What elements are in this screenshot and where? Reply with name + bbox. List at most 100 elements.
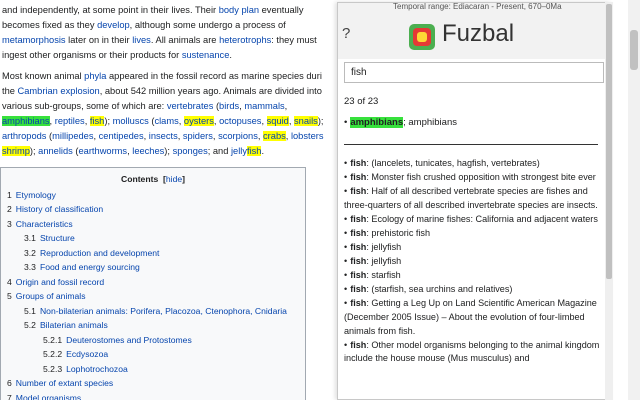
bullet: • [344,186,348,197]
toc-item-number: 3.1 [24,233,36,243]
article-link[interactable]: crabs [263,131,286,141]
article-link[interactable]: heterotrophs [219,35,271,45]
toc-hide-link[interactable]: hide [166,174,182,184]
article-link[interactable]: lives [132,35,151,45]
article-link[interactable]: sustenance [182,50,230,60]
article-link[interactable]: arthropods [2,131,46,141]
toc-item[interactable]: 2 History of classification [7,202,299,217]
result-item[interactable]: • fish: Getting a Leg Up on Land Scientif… [344,297,602,338]
article-link[interactable]: amphibians [2,116,50,126]
toc-item[interactable]: 5.2 Bilaterian animals [7,318,299,333]
toc-item[interactable]: 3.1 Structure [7,231,299,246]
article-text: and independently, at some point in thei… [2,5,219,15]
result-item[interactable]: • fish: jellyfish [344,241,602,255]
toc-item[interactable]: 5.2.2 Ecdysozoa [7,347,299,362]
toc-item-label: Ecdysozoa [66,349,109,359]
bullet: • [344,339,348,350]
toc-item[interactable]: 5.2.3 Lophotrochozoa [7,362,299,377]
toc-item-number: 4 [7,276,12,287]
article-link[interactable]: centipedes [99,131,144,141]
result-term: fish [350,284,367,295]
article-link[interactable]: octopuses [219,116,261,126]
toc-item-number: 5.2.1 [43,334,63,345]
current-result[interactable]: • amphibians; amphibians [344,117,457,128]
article-link[interactable]: body plan [219,5,259,15]
toc-item-label: Deuterostomes and Protostomes [66,334,192,345]
article-link[interactable]: shrimp [2,146,30,156]
help-button[interactable]: ? [342,25,350,42]
toc-item-label: Etymology [15,189,56,200]
article-link[interactable]: develop [97,20,130,30]
article-link[interactable]: scorpions [218,131,258,141]
article-line: metamorphosis later on in their lives. A… [2,33,338,48]
current-result-term: amphibians [350,117,404,128]
article-link[interactable]: fish [89,116,105,126]
result-term: fish [350,298,367,309]
toc-item-label: History of classification [15,204,104,214]
result-item[interactable]: • fish: Ecology of marine fishes: Califor… [344,213,602,227]
article-text: , [261,116,267,126]
article-line: various sub-groups, some of which are: v… [2,99,338,114]
toc-item[interactable]: 1 Etymology [7,188,299,203]
article-link[interactable]: molluscs [113,116,149,126]
article-link[interactable]: mammals [244,101,284,111]
result-item[interactable]: • fish: (lancelets, tunicates, hagfish, v… [344,157,602,171]
result-item[interactable]: • fish: Half of all described vertebrate … [344,185,602,212]
result-item[interactable]: • fish: (starfish, sea urchins and relati… [344,283,602,297]
result-item[interactable]: • fish: prehistoric fish [344,227,602,241]
popup-scrollbar-thumb[interactable] [606,4,612,279]
result-text: : Getting a Leg Up on Land Scientific Am… [344,298,597,336]
result-term: fish [350,256,367,267]
page-scrollbar[interactable] [628,0,640,400]
article-link[interactable]: leeches [132,146,164,156]
article-link[interactable]: fish [247,146,262,156]
article-link[interactable]: squid [266,116,289,126]
article-link[interactable]: clams [154,116,178,126]
toc-item[interactable]: 4 Origin and fossil record [7,275,299,290]
page-scrollbar-thumb[interactable] [630,30,638,70]
toc-item[interactable]: 7 Model organisms [7,391,299,400]
article-link[interactable]: metamorphosis [2,35,66,45]
article-link[interactable]: oysters [183,116,214,126]
article-line: and independently, at some point in thei… [2,3,338,18]
toc-item[interactable]: 5 Groups of animals [7,289,299,304]
article-line: the Cambrian explosion, about 542 millio… [2,84,338,99]
toc-item[interactable]: 3.3 Food and energy sourcing [7,260,299,275]
article-link[interactable]: phyla [84,71,106,81]
article-text: . All animals are [150,35,220,45]
article-line: becomes fixed as they develop, although … [2,18,338,33]
article-link[interactable]: earthworms [79,146,128,156]
article-line: shrimp); annelids (earthworms, leeches);… [2,144,338,159]
result-item[interactable]: • fish: starfish [344,269,602,283]
search-input[interactable] [344,62,604,83]
article-link[interactable]: Cambrian explosion [18,86,100,96]
article-link[interactable]: insects [149,131,178,141]
article-link[interactable]: reptiles [55,116,85,126]
toc-item[interactable]: 5.1 Non-bilaterian animals: Porifera, Pla… [7,304,299,319]
article-link[interactable]: millipedes [52,131,93,141]
result-text: : Monster fish crushed opposition with s… [366,172,596,183]
bullet: • [344,256,348,267]
article-link[interactable]: annelids [38,146,73,156]
result-item[interactable]: • fish: Monster fish crushed opposition w… [344,171,602,185]
toc-item[interactable]: 3 Characteristics [7,217,299,232]
toc-item[interactable]: 6 Number of extant species [7,376,299,391]
result-item[interactable]: • fish: jellyfish [344,255,602,269]
article-link[interactable]: snails [294,116,318,126]
article-link[interactable]: jelly [231,146,247,156]
article-link[interactable]: birds [219,101,239,111]
bullet: • [344,270,348,281]
article-link[interactable]: vertebrates [167,101,214,111]
result-term: fish [350,270,367,281]
result-term: fish [350,213,367,224]
toc-item[interactable]: 3.2 Reproduction and development [7,246,299,261]
article-link[interactable]: sponges [173,146,208,156]
toc-item-label: Model organisms [15,392,82,400]
toc-item[interactable]: 5.2.1 Deuterostomes and Protostomes [7,333,299,348]
result-item[interactable]: • fish: Other model organisms belonging t… [344,339,602,366]
toc-item-number: 5 [7,291,12,301]
popup-scrollbar[interactable] [605,2,613,400]
article-link[interactable]: spiders [183,131,213,141]
article-link[interactable]: lobsters [291,131,324,141]
toc-item-label: Reproduction and development [39,247,160,258]
